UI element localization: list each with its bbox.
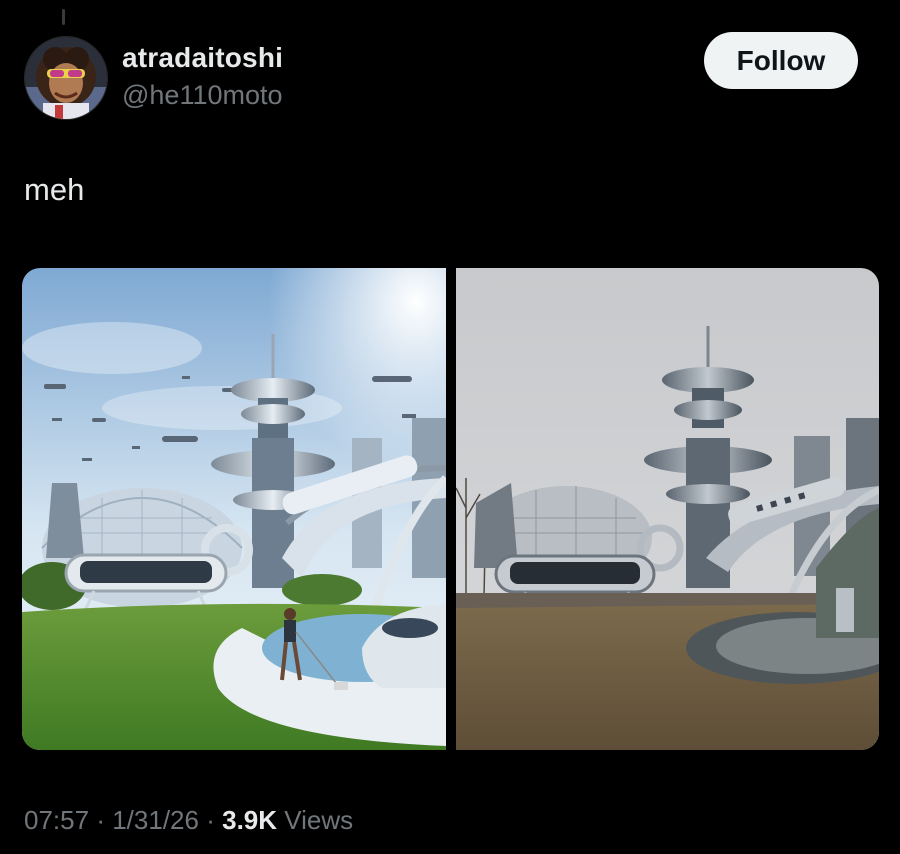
views-label: Views — [284, 805, 354, 835]
views-count[interactable]: 3.9K — [222, 805, 277, 835]
media-image-reality[interactable] — [456, 268, 879, 750]
author-handle[interactable]: @he110moto — [122, 80, 283, 111]
futuristic-city-reality-icon — [456, 268, 879, 750]
profile-photo-icon — [25, 37, 107, 119]
scroll-indicator — [62, 9, 65, 25]
futuristic-city-render-icon — [22, 268, 446, 750]
tweet-time[interactable]: 07:57 — [24, 805, 89, 835]
meta-separator: · — [206, 805, 215, 835]
author-display-name[interactable]: atradaitoshi — [122, 42, 283, 74]
meta-separator: · — [96, 805, 105, 835]
tweet-date[interactable]: 1/31/26 — [112, 805, 199, 835]
tweet-text: meh — [24, 172, 85, 207]
media-grid — [22, 268, 879, 750]
media-image-render[interactable] — [22, 268, 446, 750]
avatar[interactable] — [24, 36, 108, 120]
follow-button[interactable]: Follow — [704, 32, 858, 89]
tweet-meta: 07:57 · 1/31/26 · 3.9K Views — [24, 805, 353, 836]
